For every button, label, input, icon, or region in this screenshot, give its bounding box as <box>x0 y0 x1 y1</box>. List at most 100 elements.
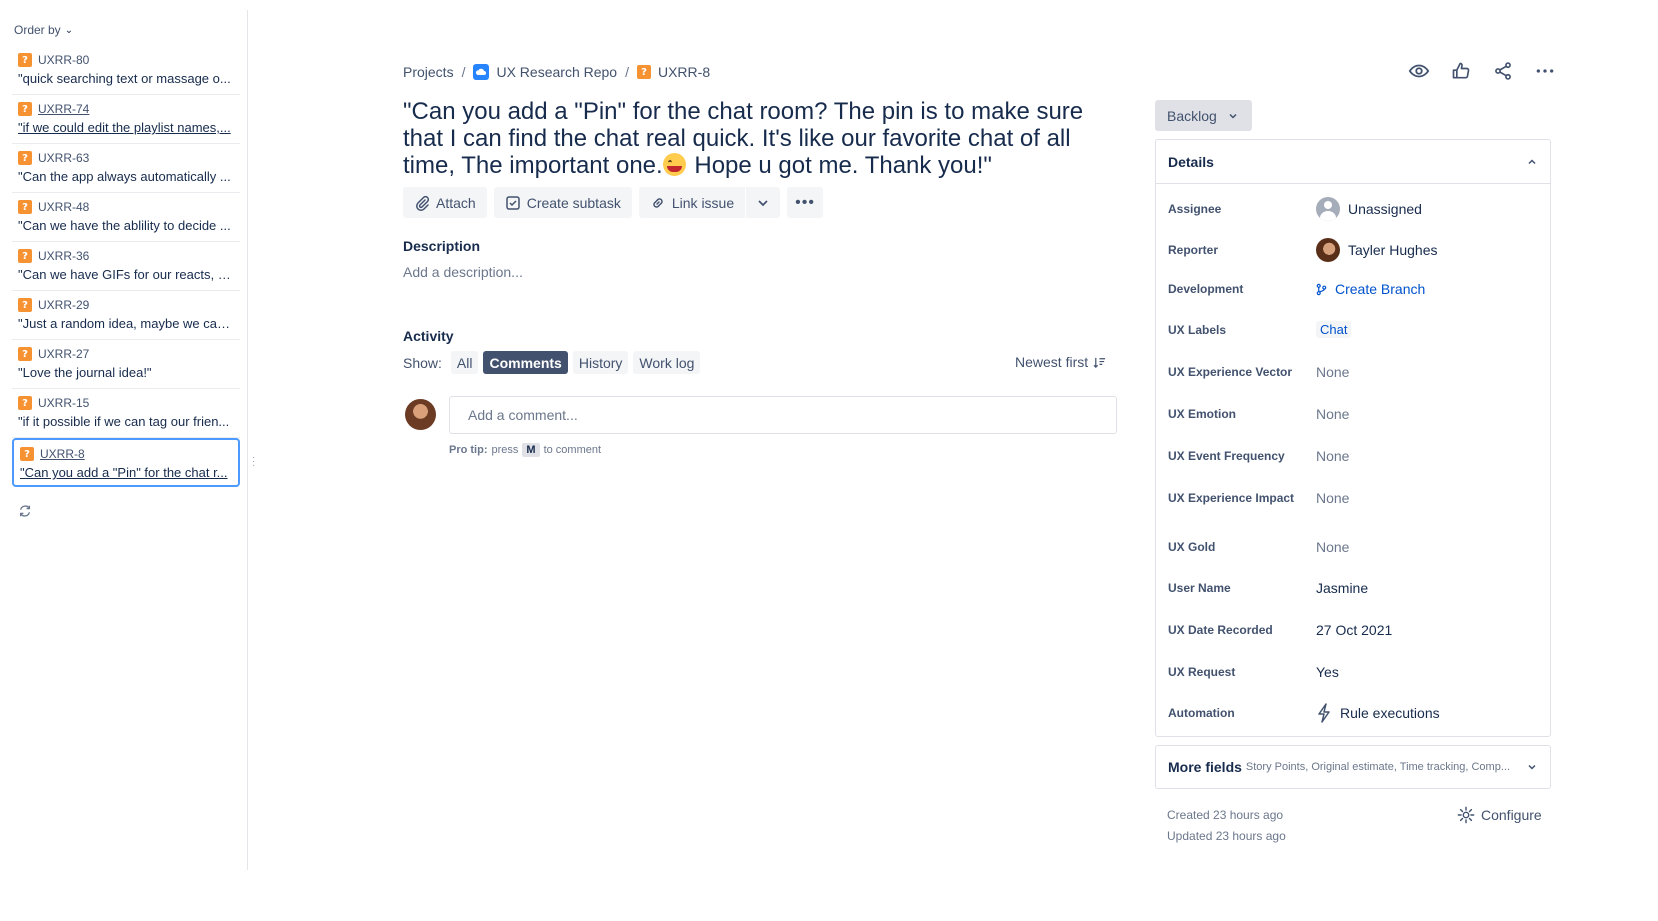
create-branch-link[interactable]: Create Branch <box>1316 281 1425 297</box>
breadcrumb-issue-label: UXRR-8 <box>657 64 711 80</box>
link-issue-dropdown[interactable] <box>746 187 781 218</box>
configure-button[interactable]: Configure <box>1457 806 1542 824</box>
issue-key: UXRR-63 <box>38 151 90 165</box>
gear-icon <box>1457 806 1475 824</box>
link-issue-group: Link issue <box>638 187 781 218</box>
breadcrumb-separator: / <box>625 64 629 80</box>
question-icon: ? <box>18 151 32 165</box>
details-header[interactable]: Details <box>1156 140 1550 184</box>
more-fields-section[interactable]: More fields Story Points, Original estim… <box>1155 745 1551 789</box>
ux-labels-value[interactable]: Chat <box>1316 321 1352 338</box>
field-value[interactable]: None <box>1316 448 1349 464</box>
more-toolbar-button[interactable]: ••• <box>787 187 823 218</box>
sort-order-label: Newest first <box>1015 354 1089 370</box>
more-actions-icon[interactable] <box>1534 60 1556 82</box>
breadcrumb-projects[interactable]: Projects <box>403 64 454 80</box>
issue-list-item[interactable]: ? UXRR-29 "Just a random idea, maybe we c… <box>12 291 240 340</box>
status-dropdown[interactable]: Backlog <box>1155 100 1252 131</box>
link-issue-button[interactable]: Link issue <box>638 187 746 218</box>
issue-actions <box>1408 60 1556 82</box>
breadcrumb-issue[interactable]: ? UXRR-8 <box>636 64 711 80</box>
field-user-name: User Name Jasmine <box>1168 580 1538 596</box>
question-icon: ? <box>18 200 32 214</box>
reporter-value[interactable]: Tayler Hughes <box>1316 238 1438 262</box>
issue-list-item[interactable]: ? UXRR-15 "if it possible if we can tag o… <box>12 389 240 438</box>
share-icon[interactable] <box>1492 60 1514 82</box>
issue-summary: "Can we have GIFs for our reacts, o... <box>18 267 234 282</box>
breadcrumb: Projects / UX Research Repo / ? UXRR-8 <box>403 64 710 80</box>
show-label: Show: <box>403 354 442 371</box>
field-assignee: Assignee Unassigned <box>1168 197 1538 221</box>
assignee-value[interactable]: Unassigned <box>1316 197 1422 221</box>
lightning-bolt-icon <box>1318 703 1330 723</box>
issue-list: ? UXRR-80 "quick searching text or massag… <box>12 46 240 487</box>
issue-toolbar: Attach Create subtask Link issue ••• <box>403 187 823 218</box>
field-ux-labels: UX Labels Chat <box>1168 321 1538 338</box>
pro-tip-rest: to comment <box>543 444 602 456</box>
order-by-dropdown[interactable]: Order by ⌄ <box>14 23 73 37</box>
filter-comments[interactable]: Comments <box>483 351 568 374</box>
refresh-icon[interactable] <box>18 504 32 518</box>
subtask-icon <box>505 195 520 210</box>
issue-key: UXRR-74 <box>38 102 90 116</box>
field-label: Reporter <box>1168 243 1219 257</box>
create-subtask-label: Create subtask <box>526 194 621 211</box>
more-fields-title: More fields <box>1168 759 1242 775</box>
issue-title-text-end: Hope u got me. Thank you!" <box>687 152 992 179</box>
filter-all[interactable]: All <box>450 351 479 374</box>
question-icon: ? <box>18 396 32 410</box>
issue-key: UXRR-8 <box>40 447 85 461</box>
filter-work-log[interactable]: Work log <box>633 351 701 374</box>
details-panel: Details Assignee Unassigned Reporter Tay… <box>1155 139 1551 737</box>
issue-key: UXRR-80 <box>38 53 90 67</box>
rule-executions-button[interactable]: Rule executions <box>1316 703 1440 723</box>
issue-list-item[interactable]: ? UXRR-63 "Can the app always automatical… <box>12 144 240 193</box>
vote-thumbs-up-icon[interactable] <box>1450 60 1472 82</box>
resize-handle-icon[interactable]: · · · <box>252 453 255 471</box>
issue-summary: "Can we have the ablility to decide ... <box>18 218 231 233</box>
field-value[interactable]: Yes <box>1316 664 1339 680</box>
issue-list-item[interactable]: ? UXRR-36 "Can we have GIFs for our react… <box>12 242 240 291</box>
field-ux-experience-impact: UX Experience Impact None <box>1168 490 1538 506</box>
field-reporter: Reporter Tayler Hughes <box>1168 238 1538 262</box>
question-icon: ? <box>20 447 34 461</box>
field-value[interactable]: None <box>1316 539 1349 555</box>
issue-list-item[interactable]: ? UXRR-74 "if we could edit the playlist … <box>12 95 240 144</box>
field-ux-gold: UX Gold None <box>1168 539 1538 555</box>
issue-key: UXRR-15 <box>38 396 90 410</box>
field-value[interactable]: None <box>1316 364 1349 380</box>
issue-summary: "Can the app always automatically ... <box>18 169 231 184</box>
field-value[interactable]: Jasmine <box>1316 580 1368 596</box>
issue-list-item-selected[interactable]: ? UXRR-8 "Can you add a "Pin" for the cha… <box>12 438 240 487</box>
field-value[interactable]: None <box>1316 406 1349 422</box>
sort-order-button[interactable]: Newest first <box>1015 354 1106 370</box>
create-branch-label: Create Branch <box>1335 281 1426 297</box>
field-value[interactable]: None <box>1316 490 1349 506</box>
question-icon: ? <box>18 53 32 67</box>
issue-list-item[interactable]: ? UXRR-27 "Love the journal idea!" <box>12 340 240 389</box>
issue-title[interactable]: "Can you add a "Pin" for the chat room? … <box>403 98 1123 179</box>
link-issue-label: Link issue <box>671 194 735 211</box>
current-user-avatar <box>405 399 436 430</box>
order-by-label: Order by <box>14 23 61 37</box>
field-label: UX Emotion <box>1168 407 1236 421</box>
field-ux-request: UX Request Yes <box>1168 664 1538 680</box>
configure-label: Configure <box>1481 807 1542 823</box>
description-field[interactable]: Add a description... <box>403 264 523 280</box>
issue-list-item[interactable]: ? UXRR-48 "Can we have the ablility to de… <box>12 193 240 242</box>
field-value[interactable]: 27 Oct 2021 <box>1316 622 1392 638</box>
label-chip[interactable]: Chat <box>1316 321 1352 338</box>
create-subtask-button[interactable]: Create subtask <box>493 187 632 218</box>
filter-history[interactable]: History <box>572 351 629 374</box>
field-ux-experience-vector: UX Experience Vector None <box>1168 364 1538 380</box>
issue-list-item[interactable]: ? UXRR-80 "quick searching text or massag… <box>12 46 240 95</box>
watch-eye-icon[interactable] <box>1408 60 1430 82</box>
chevron-down-icon <box>758 199 768 206</box>
grinning-sweat-emoji-icon <box>662 153 686 176</box>
field-label: UX Gold <box>1168 540 1216 554</box>
attach-button[interactable]: Attach <box>403 187 487 218</box>
add-comment-input[interactable]: Add a comment... <box>449 396 1117 434</box>
field-ux-event-frequency: UX Event Frequency None <box>1168 448 1538 464</box>
breadcrumb-project[interactable]: UX Research Repo <box>473 64 617 80</box>
assignee-name: Unassigned <box>1348 201 1422 217</box>
